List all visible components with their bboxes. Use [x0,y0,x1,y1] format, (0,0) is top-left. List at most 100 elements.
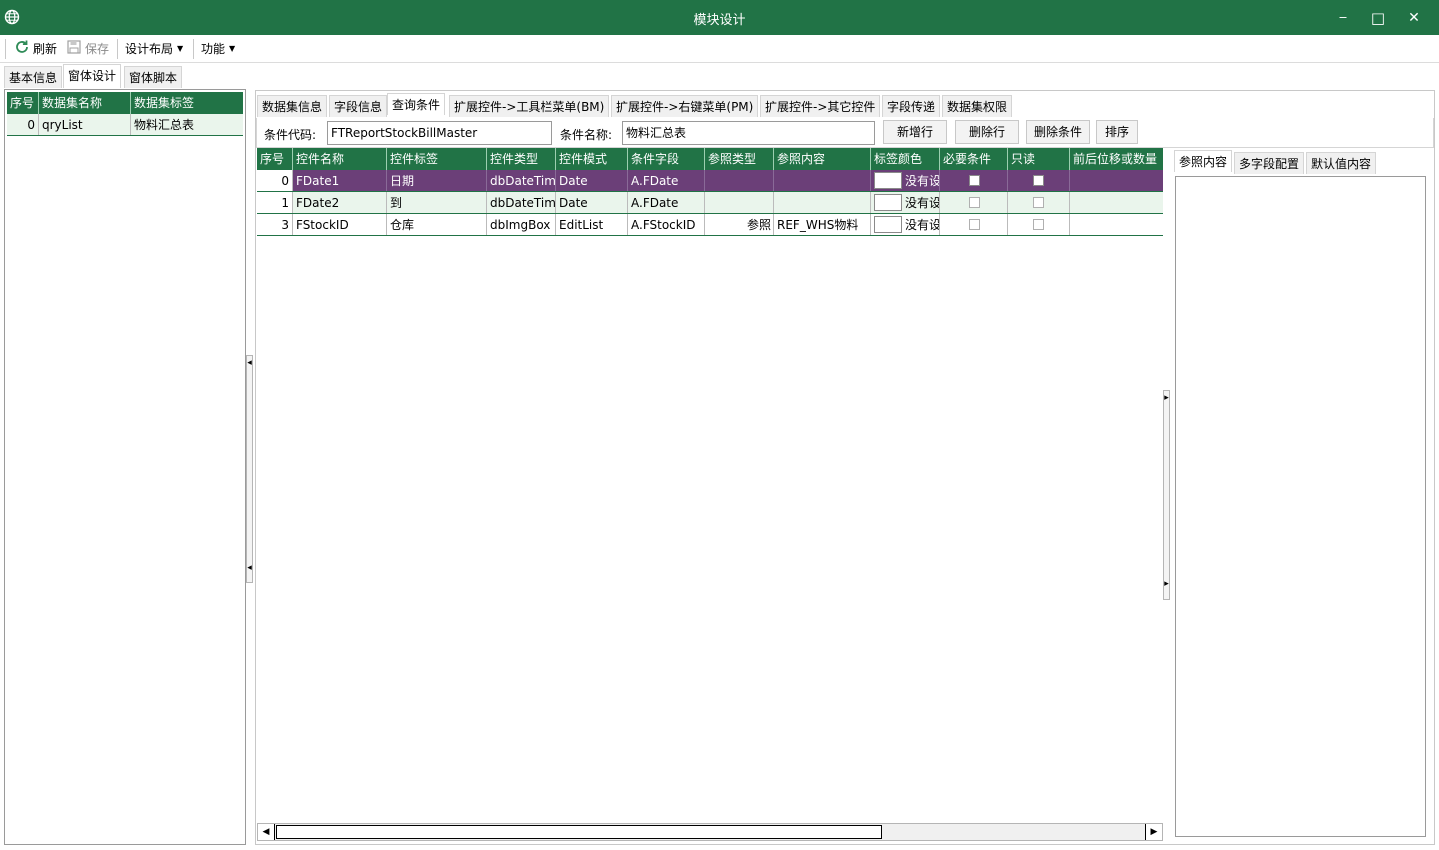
column-header[interactable]: 条件字段 [628,148,705,170]
tab-ext-other-controls[interactable]: 扩展控件->其它控件 [760,95,881,117]
collapse-left-icon[interactable]: ◂ [247,563,252,573]
reference-content-editor[interactable] [1175,176,1426,837]
scroll-thumb[interactable] [276,825,882,839]
function-menu[interactable]: 功能 ▼ [201,40,235,58]
condition-code-input[interactable]: FTReportStockBillMaster [327,121,552,145]
control-name-cell[interactable]: FDate1 [293,170,387,191]
readonly-checkbox[interactable] [1033,175,1044,186]
column-header[interactable]: 前后位移或数量 [1070,148,1163,170]
column-header[interactable]: 标签颜色 [871,148,940,170]
ref-content-cell[interactable] [774,192,871,213]
ref-content-cell[interactable]: REF_WHS物料 [774,214,871,235]
right-splitter[interactable]: ▸ ▸ [1163,390,1170,600]
offset-cell[interactable] [1070,170,1163,191]
required-checkbox[interactable] [969,175,980,186]
control-type-cell[interactable]: dbDateTim [487,192,556,213]
add-row-button[interactable]: 新增行 [883,120,947,144]
readonly-checkbox[interactable] [1033,219,1044,230]
tab-form-script[interactable]: 窗体脚本 [124,66,183,88]
delete-row-button[interactable]: 删除行 [955,120,1019,144]
tab-ext-toolbar-menu[interactable]: 扩展控件->工具栏菜单(BM) [449,95,610,117]
ref-type-cell[interactable] [705,170,774,191]
refresh-button[interactable]: 刷新 [14,40,57,58]
column-header[interactable]: 数据集标签 [131,92,243,114]
column-header[interactable]: 参照内容 [774,148,871,170]
delete-condition-button[interactable]: 删除条件 [1026,120,1090,144]
design-layout-menu[interactable]: 设计布局 ▼ [125,40,183,58]
tab-multi-field-config[interactable]: 多字段配置 [1234,152,1305,174]
offset-cell[interactable] [1070,214,1163,235]
control-label-cell[interactable]: 仓库 [387,214,487,235]
control-type-cell[interactable]: dbImgBox [487,214,556,235]
readonly-checkbox[interactable] [1033,197,1044,208]
tab-dataset-info[interactable]: 数据集信息 [257,95,328,117]
column-header[interactable]: 控件类型 [487,148,556,170]
control-name-cell[interactable]: FStockID [293,214,387,235]
minimize-button[interactable]: ‒ [1325,0,1361,35]
ref-type-cell[interactable] [705,192,774,213]
column-header[interactable]: 控件标签 [387,148,487,170]
ref-content-cell[interactable] [774,170,871,191]
offset-cell[interactable] [1070,192,1163,213]
table-row[interactable]: 1 FDate2 到 dbDateTim Date A.FDate 没有设 [257,192,1163,214]
column-header[interactable]: 序号 [257,148,293,170]
column-header[interactable]: 控件模式 [556,148,628,170]
maximize-button[interactable]: □ [1360,0,1396,35]
horizontal-scrollbar[interactable]: ◀ ▶ [257,823,1163,841]
condition-field-cell[interactable]: A.FStockID [628,214,705,235]
label-color-cell[interactable]: 没有设 [871,192,940,213]
color-swatch[interactable] [874,172,902,189]
control-mode-cell[interactable]: Date [556,192,628,213]
control-mode-cell[interactable]: Date [556,170,628,191]
tab-reference-content[interactable]: 参照内容 [1174,150,1233,172]
condition-field-cell[interactable]: A.FDate [628,192,705,213]
dataset-grid-header: 序号 数据集名称 数据集标签 [7,92,243,114]
control-name-cell[interactable]: FDate2 [293,192,387,213]
tab-ext-context-menu[interactable]: 扩展控件->右键菜单(PM) [611,95,759,117]
control-label-cell[interactable]: 日期 [387,170,487,191]
required-checkbox[interactable] [969,197,980,208]
tab-basic-info[interactable]: 基本信息 [4,66,63,88]
dropdown-arrow-icon: ▼ [177,44,184,53]
color-swatch[interactable] [874,194,902,211]
column-header[interactable]: 只读 [1008,148,1070,170]
control-type-cell[interactable]: dbDateTim [487,170,556,191]
tab-field-transfer[interactable]: 字段传递 [882,95,941,117]
ref-type-cell[interactable]: 参照 [705,214,774,235]
column-header[interactable]: 序号 [7,92,39,114]
tab-form-design[interactable]: 窗体设计 [63,64,122,88]
required-checkbox[interactable] [969,219,980,230]
dataset-name-cell[interactable]: qryList [39,114,131,135]
scroll-right-icon[interactable]: ▶ [1145,824,1162,840]
collapse-left-icon[interactable]: ◂ [247,358,252,368]
column-header[interactable]: 控件名称 [293,148,387,170]
scroll-left-icon[interactable]: ◀ [258,824,275,840]
condition-name-input[interactable]: 物料汇总表 [622,121,875,145]
left-splitter[interactable]: ◂ ◂ [246,355,253,583]
collapse-right-icon[interactable]: ▸ [1164,393,1169,403]
table-row[interactable]: 3 FStockID 仓库 dbImgBox EditList A.FStock… [257,214,1163,236]
column-header[interactable]: 参照类型 [705,148,774,170]
label-color-cell[interactable]: 没有设 [871,214,940,235]
collapse-right-icon[interactable]: ▸ [1164,579,1169,589]
tab-query-conditions[interactable]: 查询条件 [387,93,446,115]
table-row[interactable]: 0 qryList 物料汇总表 [7,114,243,136]
column-header[interactable]: 数据集名称 [39,92,131,114]
control-label-cell[interactable]: 到 [387,192,487,213]
tab-field-info[interactable]: 字段信息 [329,95,388,117]
label-color-cell[interactable]: 没有设 [871,170,940,191]
table-row[interactable]: 0 FDate1 日期 dbDateTim Date A.FDate 没有设 [257,170,1163,192]
condition-field-cell[interactable]: A.FDate [628,170,705,191]
close-button[interactable]: ✕ [1396,0,1432,35]
dataset-label-cell[interactable]: 物料汇总表 [131,114,243,135]
tab-dataset-permissions[interactable]: 数据集权限 [942,95,1013,117]
sort-button[interactable]: 排序 [1096,120,1138,144]
color-swatch[interactable] [874,216,902,233]
save-button[interactable]: 保存 [66,39,109,58]
column-header[interactable]: 必要条件 [940,148,1008,170]
control-mode-cell[interactable]: EditList [556,214,628,235]
row-index: 0 [257,170,293,191]
condition-name-label: 条件名称: [560,128,613,142]
tab-default-value-content[interactable]: 默认值内容 [1306,152,1377,174]
required-cell [940,214,1008,235]
